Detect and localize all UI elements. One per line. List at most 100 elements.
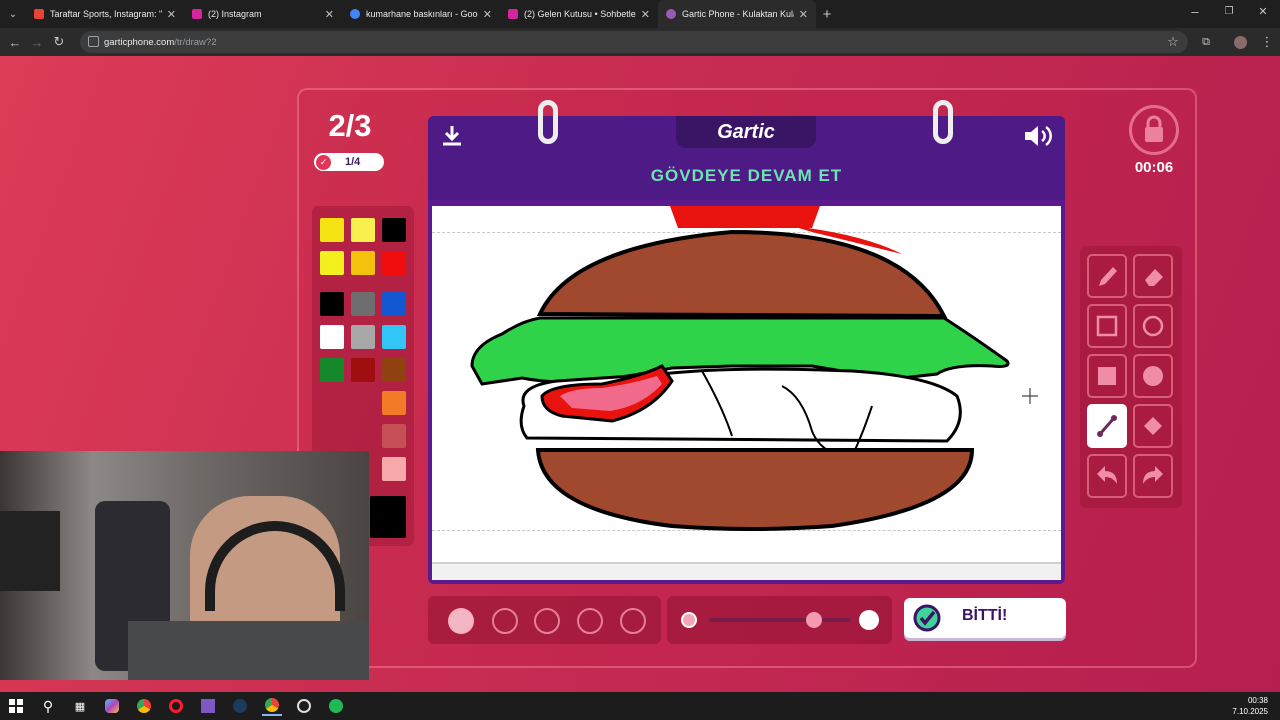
tab-label: kumarhane baskınları - Google [366,9,478,19]
color-swatch-black[interactable] [382,218,406,242]
color-swatch-white[interactable] [320,325,344,349]
color-swatch-gray[interactable] [351,292,375,316]
color-swatch-red[interactable] [382,251,406,275]
line-icon [1097,415,1117,437]
timer: 00:06 [1134,159,1174,176]
browser-tab-active[interactable]: Gartic Phone - Kulaktan Kulağa ✕ [658,0,816,28]
brush-size-1[interactable] [448,608,474,634]
color-swatch-pink[interactable] [382,457,406,481]
chrome-active-icon[interactable] [262,696,282,716]
brush-size-3[interactable] [534,608,560,634]
extensions-icon[interactable]: ⧉ [1195,31,1217,53]
line-tool[interactable] [1087,404,1127,448]
color-swatch-rose[interactable] [382,424,406,448]
color-swatch-black-large[interactable] [370,496,406,538]
rectangle-outline-tool[interactable] [1087,304,1127,348]
done-button-label: BİTTİ! [962,607,1008,624]
task-view-icon[interactable]: ▦ [70,696,90,716]
color-swatch-gold[interactable] [351,251,375,275]
bucket-tool[interactable] [1133,404,1173,448]
tab-label: (2) Gelen Kutusu • Sohbetler [524,9,636,19]
google-icon [350,9,360,19]
instagram-icon [192,9,202,19]
tab-close-icon[interactable]: ✕ [641,8,650,21]
pencil-tool[interactable] [1087,254,1127,298]
obs-icon[interactable] [294,696,314,716]
forward-icon[interactable]: → [26,31,48,53]
tab-close-icon[interactable]: ✕ [483,8,492,21]
redo-icon [1143,466,1163,484]
menu-dots-icon[interactable]: ⋮ [1256,31,1278,53]
browser-tab[interactable]: (2) Gelen Kutusu • Sohbetler ✕ [500,0,658,28]
rectangle-fill-tool[interactable] [1087,354,1127,398]
color-swatch-light-yellow[interactable] [351,218,375,242]
color-swatch-light-gray[interactable] [351,325,375,349]
pencil-icon [1099,267,1117,286]
chrome-icon[interactable] [134,696,154,716]
url-host: garticphone.com [104,36,175,48]
start-icon[interactable] [6,696,26,716]
undo-tool[interactable] [1087,454,1127,498]
brush-size-4[interactable] [577,608,603,634]
brush-size-5[interactable] [620,608,646,634]
opacity-slider-handle[interactable] [806,612,822,628]
tab-close-icon[interactable]: ✕ [799,8,808,21]
eraser-tool[interactable] [1133,254,1173,298]
circle-outline-tool[interactable] [1133,304,1173,348]
instagram-icon [508,9,518,19]
lock-button[interactable] [1129,105,1179,155]
tab-search-icon[interactable]: ⌄ [0,3,26,25]
drawing-notebook: Gartic GÖVDEYE DEVAM ET [428,100,1065,584]
color-swatch-cyan[interactable] [382,325,406,349]
bookmark-star-icon[interactable]: ☆ [1162,31,1184,53]
color-swatch-black-2[interactable] [320,292,344,316]
download-icon[interactable] [440,124,464,148]
checkmark-icon [913,604,941,632]
redo-tool[interactable] [1133,454,1173,498]
browser-toolbar: ← → ↻ garticphone.com/tr/draw?2 ☆ ⧉ ⋮ [0,28,1280,56]
back-icon[interactable]: ← [4,31,26,53]
site-info-icon[interactable] [88,36,99,47]
color-swatch-yellow-2[interactable] [320,251,344,275]
profile-avatar[interactable] [1234,36,1247,49]
tab-close-icon[interactable]: ✕ [167,8,176,21]
search-icon[interactable]: ⚲ [38,696,58,716]
sound-icon[interactable] [1023,124,1055,148]
system-clock[interactable]: 00:38 7.10.2025 [1232,695,1268,717]
opacity-slider-track[interactable] [709,618,851,622]
new-tab-icon[interactable]: + [816,3,838,25]
color-swatch-blue[interactable] [382,292,406,316]
color-swatch-yellow[interactable] [320,218,344,242]
reload-icon[interactable]: ↻ [48,31,70,53]
circle-fill-tool[interactable] [1133,354,1173,398]
lock-icon [1145,115,1163,142]
opera-icon[interactable] [166,696,186,716]
check-icon: ✓ [316,154,331,170]
color-swatch-dark-red[interactable] [351,358,375,382]
color-swatch-brown[interactable] [382,358,406,382]
done-count-badge: ✓ 1/4 [314,153,384,171]
clock-time: 00:38 [1247,696,1268,705]
brush-size-panel [428,596,661,644]
app-icon[interactable] [198,696,218,716]
address-bar[interactable]: garticphone.com/tr/draw?2 [80,31,1188,53]
brush-size-2[interactable] [492,608,518,634]
windows-taskbar: ⚲ ▦ 00:38 7.10.2025 [0,692,1280,720]
close-window-icon[interactable]: ✕ [1246,0,1280,22]
steam-icon[interactable] [230,696,250,716]
browser-tab[interactable]: (2) Instagram ✕ [184,0,342,28]
browser-tab[interactable]: kumarhane baskınları - Google ✕ [342,0,500,28]
restore-icon[interactable]: ❐ [1212,0,1246,22]
browser-tab[interactable]: Taraftar Sports, Instagram: ""Bu ✕ [26,0,184,28]
tab-close-icon[interactable]: ✕ [325,8,334,21]
minimize-icon[interactable]: – [1178,0,1212,22]
drawing-prompt: GÖVDEYE DEVAM ET [650,166,843,185]
drawing-canvas[interactable] [432,206,1061,562]
color-swatch-orange[interactable] [382,391,406,415]
webcam-overlay [0,451,369,680]
spotify-icon[interactable] [326,696,346,716]
color-swatch-green[interactable] [320,358,344,382]
copilot-icon[interactable] [102,696,122,716]
done-button[interactable]: BİTTİ! [904,598,1066,638]
rectangle-fill-icon [1098,367,1116,385]
